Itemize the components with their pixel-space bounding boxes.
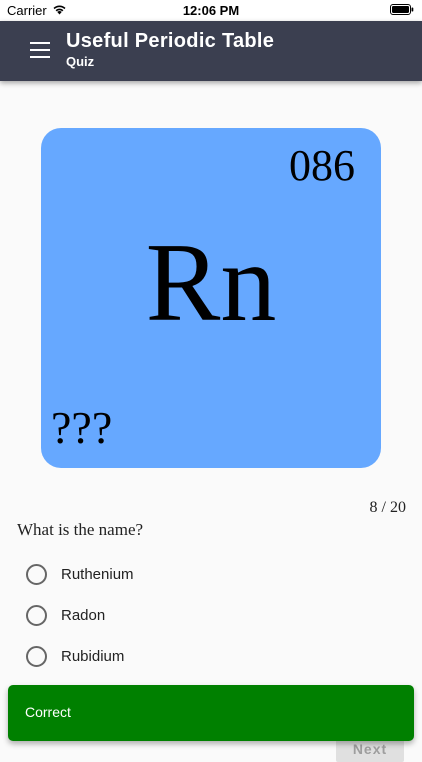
atomic-number: 086 (289, 141, 355, 190)
clock-label: 12:06 PM (182, 3, 240, 18)
element-card: 086 Rn ??? (41, 128, 381, 468)
battery-icon (390, 4, 414, 15)
option-label: Ruthenium (61, 565, 134, 583)
radio-button[interactable] (26, 645, 47, 667)
option-ruthenium[interactable]: Ruthenium (26, 562, 134, 586)
radio-button[interactable] (26, 563, 47, 585)
question-text: What is the name? (17, 520, 144, 539)
option-radon[interactable]: Radon (26, 603, 105, 627)
radio-button[interactable] (26, 604, 47, 626)
app-bar: Useful Periodic Table Quiz (0, 21, 422, 81)
status-bar: Carrier 12:06 PM (0, 0, 422, 21)
result-snackbar: Correct (8, 685, 414, 741)
app-title: Useful Periodic Table (66, 30, 275, 52)
snackbar-message: Correct (25, 704, 71, 720)
option-label: Radon (61, 606, 106, 624)
menu-icon[interactable] (30, 42, 50, 58)
app-subtitle: Quiz (66, 54, 95, 69)
quiz-progress: 8 / 20 (369, 499, 406, 516)
option-rubidium[interactable]: Rubidium (26, 644, 124, 668)
element-name-placeholder: ??? (51, 402, 113, 453)
option-label: Rubidium (61, 647, 125, 665)
next-button[interactable]: Next (336, 738, 404, 762)
element-symbol: Rn (145, 221, 277, 345)
